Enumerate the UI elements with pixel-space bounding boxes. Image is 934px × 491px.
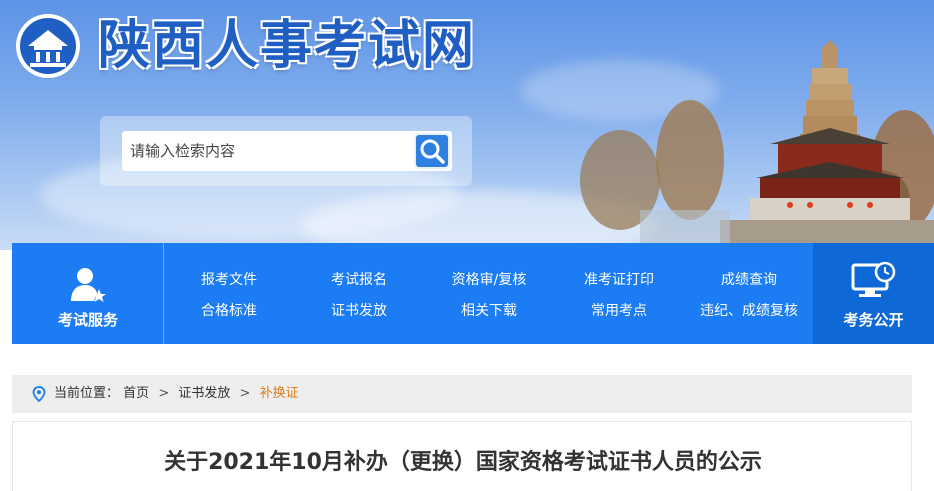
nav-link-pass-standard[interactable]: 合格标准 — [164, 300, 294, 320]
nav-link-exam-sites[interactable]: 常用考点 — [554, 300, 684, 320]
nav-link-certificate-issue[interactable]: 证书发放 — [294, 300, 424, 320]
monitor-clock-icon — [851, 261, 896, 297]
breadcrumb-home[interactable]: 首页 — [123, 386, 149, 401]
user-star-icon — [71, 268, 106, 302]
nav-link-violation-review[interactable]: 违纪、成绩复核 — [684, 300, 814, 320]
nav-link-score-query[interactable]: 成绩查询 — [684, 269, 814, 289]
header-banner: 陕西人事考试网 — [0, 0, 934, 250]
breadcrumb-certificate-issue[interactable]: 证书发放 — [178, 386, 230, 401]
exam-service-section[interactable]: 考试服务 — [12, 243, 164, 344]
pavilion-logo[interactable] — [14, 12, 82, 80]
breadcrumb-prefix: 当前位置： — [54, 386, 120, 401]
nav-link-admission-ticket[interactable]: 准考证打印 — [554, 269, 684, 289]
article-panel: 关于2021年10月补办（更换）国家资格考试证书人员的公示 — [12, 421, 912, 491]
pagoda-landmark-image — [580, 40, 934, 250]
breadcrumb: 当前位置： 首页 > 证书发放 > 补换证 — [12, 375, 912, 413]
breadcrumb-current[interactable]: 补换证 — [260, 386, 299, 401]
nav-link-registration-docs[interactable]: 报考文件 — [164, 269, 294, 289]
site-title[interactable]: 陕西人事考试网 — [98, 10, 476, 82]
breadcrumb-separator: > — [158, 386, 170, 401]
search-input[interactable] — [122, 131, 452, 171]
exam-affairs-section[interactable]: 考务公开 — [813, 243, 934, 344]
breadcrumb-separator: > — [239, 386, 251, 401]
nav-link-qualification-review[interactable]: 资格审/复核 — [424, 269, 554, 289]
search-icon — [420, 139, 445, 164]
location-pin-icon — [32, 386, 46, 402]
article-title: 关于2021年10月补办（更换）国家资格考试证书人员的公示 — [164, 450, 762, 475]
nav-link-downloads[interactable]: 相关下载 — [424, 300, 554, 320]
nav-link-exam-registration[interactable]: 考试报名 — [294, 269, 424, 289]
main-nav: 考试服务 报考文件 考试报名 资格审/复核 准考证打印 成绩查询 合格标准 证书… — [12, 243, 934, 344]
search-button[interactable] — [414, 133, 450, 169]
nav-links: 报考文件 考试报名 资格审/复核 准考证打印 成绩查询 合格标准 证书发放 相关… — [164, 243, 814, 344]
exam-affairs-label: 考务公开 — [843, 311, 904, 329]
exam-service-label: 考试服务 — [57, 311, 118, 329]
